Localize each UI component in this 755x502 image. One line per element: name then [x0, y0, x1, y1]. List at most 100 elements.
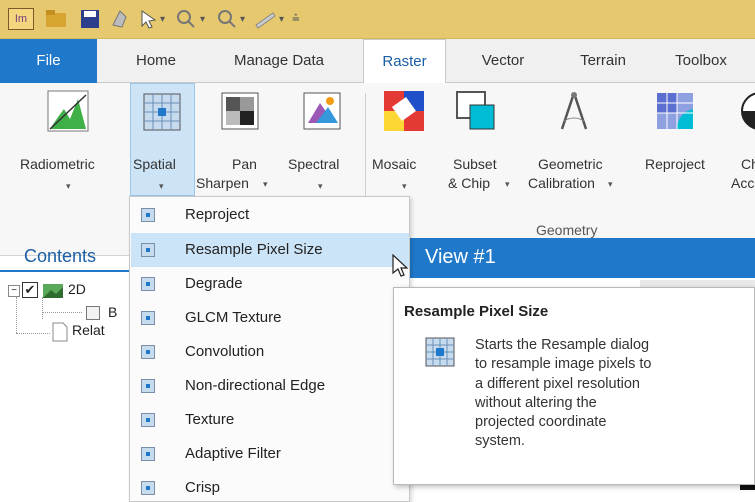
tree-item-b[interactable]: B [108, 304, 117, 320]
geometric-label: Geometric [538, 156, 603, 172]
mouse-cursor-icon [392, 254, 409, 277]
tree-collapse-toggle[interactable]: − [8, 285, 20, 297]
pan-label: Pan [232, 156, 257, 172]
menu-item-glcm-texture[interactable]: GLCM Texture [131, 301, 409, 335]
menu-item-convolution[interactable]: Convolution [131, 335, 409, 369]
select-arrow-icon[interactable] [137, 7, 161, 31]
tree-connector [16, 297, 17, 333]
tooltip-title: Resample Pixel Size [404, 303, 549, 320]
tab-toolbox[interactable]: Toolbox [660, 39, 742, 83]
reproject-button[interactable]: Reproject [636, 83, 716, 203]
menu-item-label: Resample Pixel Size [185, 241, 323, 258]
save-icon[interactable] [78, 7, 102, 31]
app-logo-icon[interactable]: Im [8, 8, 34, 30]
mosaic-button[interactable]: Mosaic ▾ [372, 83, 438, 203]
tooltip-line: without altering the [475, 394, 597, 411]
menu-item-texture[interactable]: Texture [131, 403, 409, 437]
mosaic-label: Mosaic [372, 156, 417, 172]
tree-connector [42, 312, 82, 313]
menu-item-degrade[interactable]: Degrade [131, 267, 409, 301]
tab-vector[interactable]: Vector [462, 39, 544, 83]
grid-icon [141, 345, 155, 359]
grid-icon [141, 311, 155, 325]
geometry-group-label: Geometry [536, 222, 598, 238]
view-tab-header[interactable]: View #1 [405, 238, 755, 278]
menu-item-reproject[interactable]: Reproject [131, 198, 409, 232]
tooltip-line: system. [475, 433, 525, 450]
pan-sharpen-icon [221, 92, 259, 130]
chevron-down-icon: ▾ [318, 181, 323, 191]
tree-item-2d[interactable]: 2D [68, 281, 86, 297]
resample-grid-icon [425, 337, 455, 367]
menu-item-crisp[interactable]: Crisp [131, 471, 409, 502]
grid-icon [141, 243, 155, 257]
tab-terrain[interactable]: Terrain [560, 39, 646, 83]
grid-icon [141, 379, 155, 393]
tab-file[interactable]: File [0, 39, 97, 83]
subset-icon [456, 91, 495, 130]
layer-visibility-checkbox[interactable]: ✔ [22, 282, 38, 298]
zoom-in-icon[interactable] [173, 7, 197, 31]
spatial-dropdown-menu: Reproject Resample Pixel Size Degrade GL… [129, 196, 410, 502]
document-icon [52, 322, 68, 342]
zoom-out-icon[interactable] [214, 7, 238, 31]
quick-access-toolbar: Im ▾ ▾ ▾ ▾ ⩮ [0, 0, 755, 39]
tree-connector [42, 297, 43, 319]
grid-icon [141, 447, 155, 461]
contents-title: Contents [24, 246, 97, 266]
spectral-label: Spectral [288, 156, 340, 172]
spatial-button[interactable]: Spatial ▾ [130, 83, 195, 196]
pan-hand-icon[interactable] [108, 7, 132, 31]
chevron-down-icon: ▾ [66, 181, 71, 191]
tab-home[interactable]: Home [120, 39, 192, 83]
chevron-down-icon[interactable]: ▾ [279, 14, 284, 25]
open-folder-icon[interactable] [44, 7, 70, 31]
spectral-button[interactable]: Spectral ▾ [282, 83, 360, 203]
reproject-label: Reproject [645, 156, 705, 172]
measure-icon[interactable] [253, 7, 277, 31]
tree-item-relat[interactable]: Relat [72, 322, 105, 338]
menu-item-label: Texture [185, 411, 235, 428]
compass-icon [560, 92, 588, 130]
chevron-down-icon: ▾ [159, 181, 164, 191]
menu-item-label: Degrade [185, 275, 243, 292]
grid-icon [141, 208, 155, 222]
spatial-label: Spatial [133, 156, 176, 172]
grid-icon [141, 481, 155, 495]
menu-item-resample-pixel-size[interactable]: Resample Pixel Size [131, 233, 409, 267]
chevron-down-icon[interactable]: ▾ [240, 14, 245, 25]
chevron-down-icon: ▾ [263, 179, 268, 189]
geometric-calibration-button[interactable]: Geometric Calibration ▾ [524, 83, 624, 203]
tab-manage-data[interactable]: Manage Data [214, 39, 344, 83]
view-title: View #1 [425, 246, 496, 268]
grid-icon [141, 413, 155, 427]
pan-sharpen-button[interactable]: Pan Sharpen ▾ [196, 83, 271, 203]
chevron-down-icon: ▾ [608, 179, 613, 189]
radiometric-label: Radiometric [20, 156, 95, 172]
menu-item-adaptive-filter[interactable]: Adaptive Filter [131, 437, 409, 471]
spectral-icon [303, 92, 341, 130]
calibration-label: Calibration [528, 175, 595, 191]
chevron-down-icon[interactable]: ▾ [160, 14, 165, 25]
subset-chip-button[interactable]: Subset & Chip ▾ [440, 83, 514, 203]
chevron-down-icon: ▾ [505, 179, 510, 189]
change-label: Ch [741, 156, 755, 172]
menu-item-label: Convolution [185, 343, 265, 360]
customize-toolbar-icon[interactable]: ⩮ [292, 10, 300, 26]
tree-connector [16, 333, 50, 334]
menu-item-label: Non-directional Edge [185, 377, 326, 394]
menu-item-non-directional-edge[interactable]: Non-directional Edge [131, 369, 409, 403]
menu-item-label: GLCM Texture [185, 309, 282, 326]
radiometric-button[interactable]: Radiometric ▾ [0, 83, 128, 203]
tooltip-description: Starts the Resample dialog to resample i… [475, 336, 735, 452]
tab-raster[interactable]: Raster [363, 39, 446, 84]
change-accuracy-button[interactable]: Ch Acc [724, 83, 755, 203]
sharpen-label: Sharpen [196, 175, 249, 191]
mosaic-icon [384, 91, 424, 131]
ribbon-tab-bar: File Home Manage Data Raster Vector Terr… [0, 39, 755, 84]
chevron-down-icon[interactable]: ▾ [200, 14, 205, 25]
radiometric-histogram-icon [47, 90, 89, 132]
spatial-grid-icon [143, 93, 181, 131]
band-layer-icon [86, 306, 100, 320]
tooltip-line: a different pixel resolution [475, 375, 640, 392]
